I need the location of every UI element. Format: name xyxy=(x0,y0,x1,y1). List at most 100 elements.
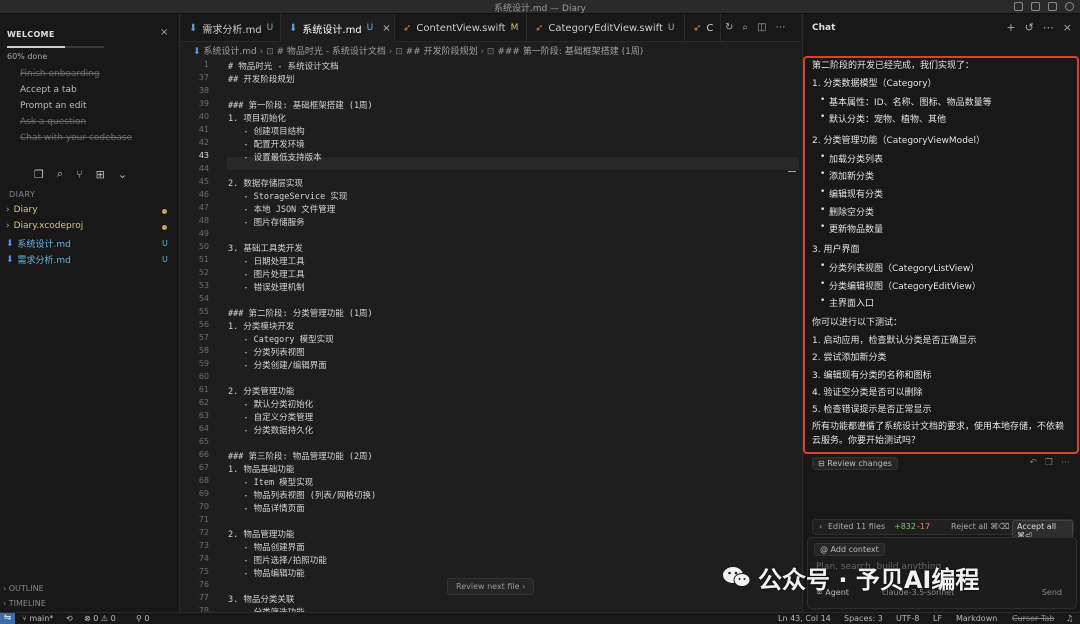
settings-icon[interactable] xyxy=(1065,2,1074,11)
chat-panel: Chat + ↺ ⋯ × 第二阶段的开发已经完成，我们实现了： 1. 分类数据模… xyxy=(802,14,1080,612)
history-icon[interactable]: ↺ xyxy=(1025,21,1034,34)
code-line[interactable]: 1. 分类模块开发 xyxy=(228,320,294,332)
tab-overflow[interactable]: ➶ C xyxy=(685,14,721,42)
onboarding-item[interactable]: Finish onboarding xyxy=(20,69,100,79)
toggle-sidebar-icon[interactable] xyxy=(1014,2,1023,11)
tab-requirements[interactable]: ⬇ 需求分析.md U xyxy=(181,14,281,42)
branch-indicator[interactable]: ⑂ main* xyxy=(22,614,53,623)
more-icon[interactable]: ⋯ xyxy=(1043,21,1054,34)
reject-all-button[interactable]: Reject all ⌘⌫ xyxy=(951,522,1010,531)
code-line[interactable]: 2. 数据存储层实现 xyxy=(228,177,303,189)
code-line[interactable]: - 日期处理工具 xyxy=(228,255,304,267)
code-line[interactable]: ## 开发阶段规划 xyxy=(228,73,294,85)
onboarding-item[interactable]: Accept a tab xyxy=(20,85,77,95)
code-line[interactable]: 2. 分类管理功能 xyxy=(228,385,294,397)
breadcrumb-file[interactable]: 系统设计.md xyxy=(203,47,256,57)
code-line[interactable]: - 物品列表视图 (列表/网格切换) xyxy=(228,489,376,501)
line-number: 51 xyxy=(198,255,209,264)
explorer-section-title[interactable]: DIARY xyxy=(9,190,35,199)
code-line[interactable]: - 创建项目结构 xyxy=(228,125,304,137)
close-icon[interactable]: × xyxy=(160,27,168,38)
breadcrumb-heading[interactable]: ### 第一阶段: 基础框架搭建 (1周) xyxy=(497,47,643,57)
code-line[interactable]: - Item 模型实现 xyxy=(228,476,313,488)
encoding[interactable]: UTF-8 xyxy=(896,614,919,623)
file-name: 系统设计.md xyxy=(17,240,71,250)
code-line[interactable]: - Category 模型实现 xyxy=(228,333,333,345)
code-line[interactable]: - 图片选择/拍照功能 xyxy=(228,554,326,566)
breadcrumb-heading[interactable]: # 物品时光 - 系统设计文档 xyxy=(277,47,386,57)
file-tree-item[interactable]: ⬇ 需求分析.md U xyxy=(6,253,168,267)
problems-indicator[interactable]: ⊗ 0 ⚠ 0 xyxy=(84,614,116,623)
split-editor-icon[interactable]: ◫ xyxy=(757,22,766,33)
code-line[interactable]: 3. 物品分类关联 xyxy=(228,593,294,605)
indentation[interactable]: Spaces: 3 xyxy=(844,614,883,623)
more-icon[interactable]: ⋯ xyxy=(1061,458,1070,468)
onboarding-item[interactable]: Chat with your codebase xyxy=(20,133,132,143)
ports-indicator[interactable]: ⚲ 0 xyxy=(136,614,150,623)
file-tree-item[interactable]: ⬇ 系统设计.md U xyxy=(6,237,168,251)
copy-icon[interactable]: ❐ xyxy=(1045,458,1053,468)
breadcrumb-heading[interactable]: ## 开发阶段规划 xyxy=(406,47,478,57)
tab-system-design[interactable]: ⬇ 系统设计.md U × xyxy=(281,14,395,42)
explorer-icon[interactable]: ❐ xyxy=(34,168,44,181)
open-preview-icon[interactable]: ⌕ xyxy=(742,22,748,33)
file-tree-item[interactable]: › Diary.xcodeproj xyxy=(6,221,167,231)
more-icon[interactable]: ⋯ xyxy=(775,22,785,33)
toggle-panel-icon[interactable] xyxy=(1031,2,1040,11)
outline-section[interactable]: › OUTLINE xyxy=(3,584,44,593)
cursor-position[interactable]: Ln 43, Col 14 xyxy=(778,614,831,623)
code-line[interactable]: - StorageService 实现 xyxy=(228,190,347,202)
timeline-section[interactable]: › TIMELINE xyxy=(3,599,46,608)
code-line[interactable]: ### 第二阶段: 分类管理功能 (1周) xyxy=(228,307,373,319)
undo-icon[interactable]: ↶ xyxy=(1029,458,1037,468)
new-chat-icon[interactable]: + xyxy=(1006,21,1015,34)
progress-fill xyxy=(7,46,66,48)
code-line[interactable]: 2. 物品管理功能 xyxy=(228,528,294,540)
line-ending[interactable]: LF xyxy=(933,614,942,623)
language-mode[interactable]: Markdown xyxy=(956,614,997,623)
history-icon[interactable]: ↻ xyxy=(725,22,733,33)
review-changes-button[interactable]: ⊟ Review changes xyxy=(812,457,898,470)
remote-indicator-icon[interactable]: ⇋ xyxy=(0,613,15,624)
code-line[interactable]: 1. 物品基础功能 xyxy=(228,463,294,475)
tab-categoryeditview[interactable]: ➶ CategoryEditView.swift U xyxy=(527,14,685,42)
code-line[interactable]: - 物品详情页面 xyxy=(228,502,304,514)
code-line[interactable]: - 分类创建/编辑界面 xyxy=(228,359,326,371)
add-context-button[interactable]: @ Add context xyxy=(814,543,885,556)
code-line[interactable]: - 分类数据持久化 xyxy=(228,424,313,436)
code-line[interactable]: ### 第一阶段: 基础框架搭建 (1周) xyxy=(228,99,373,111)
code-line[interactable]: ### 第三阶段: 物品管理功能 (2周) xyxy=(228,450,373,462)
close-icon[interactable]: × xyxy=(382,23,390,34)
notifications-icon[interactable]: ♫ xyxy=(1066,614,1073,623)
sync-icon[interactable]: ⟲ xyxy=(66,614,73,623)
onboarding-item[interactable]: Ask a question xyxy=(20,117,86,127)
code-line[interactable]: - 设置最低支持版本 xyxy=(228,151,321,163)
close-icon[interactable]: × xyxy=(1063,21,1072,34)
code-line[interactable]: # 物品时光 - 系统设计文档 xyxy=(228,60,339,72)
code-line[interactable]: - 本地 JSON 文件管理 xyxy=(228,203,335,215)
code-line[interactable]: - 自定义分类管理 xyxy=(228,411,313,423)
code-line[interactable]: - 默认分类初始化 xyxy=(228,398,313,410)
edited-files-bar[interactable]: › Edited 11 files +832 -17 Reject all ⌘⌫… xyxy=(812,519,1074,542)
code-line[interactable]: - 图片存储服务 xyxy=(228,216,304,228)
code-line[interactable]: 3. 基础工具类开发 xyxy=(228,242,303,254)
code-line[interactable]: - 配置开发环境 xyxy=(228,138,304,150)
code-line[interactable]: 1. 项目初始化 xyxy=(228,112,286,124)
code-line[interactable]: - 图片处理工具 xyxy=(228,268,304,280)
extensions-icon[interactable]: ⊞ xyxy=(96,168,105,181)
code-line[interactable]: - 物品编辑功能 xyxy=(228,567,304,579)
onboarding-item[interactable]: Prompt an edit xyxy=(20,101,87,111)
tab-contentview[interactable]: ➶ ContentView.swift M xyxy=(395,14,527,42)
send-button[interactable]: Send xyxy=(1042,588,1062,597)
code-line[interactable]: - 物品创建界面 xyxy=(228,541,304,553)
chevron-down-icon[interactable]: ⌄ xyxy=(118,168,127,181)
file-tree-item[interactable]: › Diary xyxy=(6,205,167,215)
review-next-file-button[interactable]: Review next file › xyxy=(447,578,535,595)
search-icon[interactable]: ⌕ xyxy=(57,167,63,181)
code-line[interactable]: - 分类列表视图 xyxy=(228,346,304,358)
cursor-tab-status[interactable]: Cursor Tab xyxy=(1012,614,1054,623)
toggle-secondary-sidebar-icon[interactable] xyxy=(1048,2,1057,11)
line-number: 60 xyxy=(198,372,209,381)
code-line[interactable]: - 错误处理机制 xyxy=(228,281,304,293)
source-control-icon[interactable]: ⑂ xyxy=(76,168,83,181)
